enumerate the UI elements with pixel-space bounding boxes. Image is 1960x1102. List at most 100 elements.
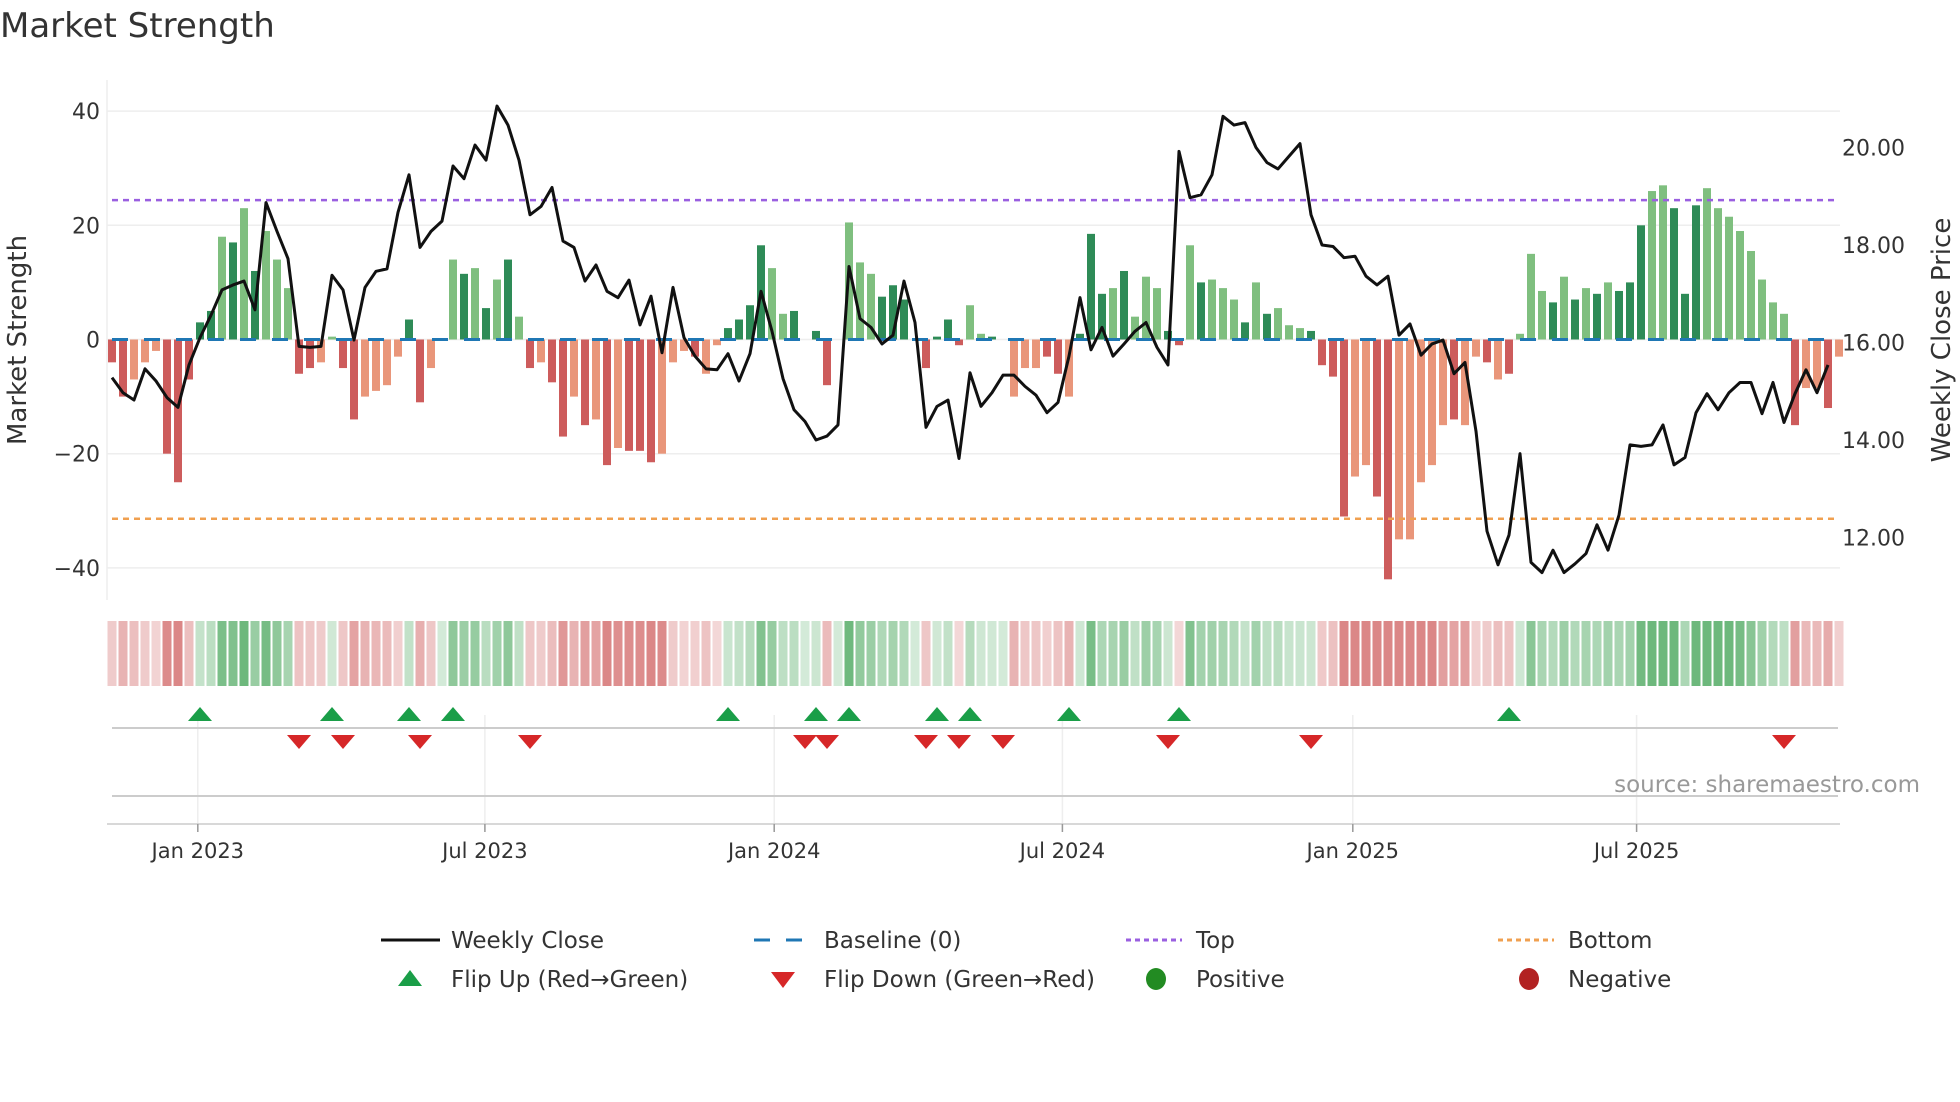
strength-bar xyxy=(1241,322,1249,340)
strength-strip-cell xyxy=(1339,621,1349,686)
strength-strip-cell xyxy=(536,621,546,686)
strength-strip-cell xyxy=(140,621,150,686)
strength-strip-cell xyxy=(1361,621,1371,686)
strength-bar xyxy=(713,339,721,346)
strength-bar xyxy=(1593,293,1601,340)
circle-red-icon xyxy=(1519,968,1539,990)
flip-down-marker xyxy=(518,735,542,749)
flip-up-marker xyxy=(441,707,465,721)
strength-bar xyxy=(1472,339,1480,357)
strength-bar xyxy=(1054,339,1062,374)
strength-bar xyxy=(339,339,347,369)
strength-strip-cell xyxy=(338,621,348,686)
strength-strip-cell xyxy=(1372,621,1382,686)
strength-strip-cell xyxy=(404,621,414,686)
strength-strip-cell xyxy=(1680,621,1690,686)
strength-bar xyxy=(537,339,545,363)
strength-bar xyxy=(1527,253,1535,340)
strength-bar xyxy=(427,339,435,369)
strength-bar xyxy=(1560,276,1568,340)
strength-strip-cell xyxy=(1185,621,1195,686)
strength-strip-cell xyxy=(910,621,920,686)
strength-bar xyxy=(1120,270,1128,340)
legend-label: Negative xyxy=(1568,967,1671,993)
strength-bar xyxy=(1010,339,1018,397)
strength-strip-cell xyxy=(1614,621,1624,686)
y2-axis-label: Weekly Close Price xyxy=(1927,218,1957,463)
strength-strip-cell xyxy=(547,621,557,686)
strength-bar xyxy=(273,259,281,340)
strength-bar xyxy=(1714,208,1722,340)
strength-strip-cell xyxy=(1790,621,1800,686)
strength-strip-cell xyxy=(1559,621,1569,686)
strength-strip-cell xyxy=(294,621,304,686)
strength-strip-cell xyxy=(1768,621,1778,686)
strength-strip-cell xyxy=(712,621,722,686)
legend-label: Baseline (0) xyxy=(824,928,961,954)
strength-bar xyxy=(1263,313,1271,340)
strength-strip-cell xyxy=(107,621,117,686)
strength-bar xyxy=(1725,216,1733,340)
x-tick-label: Jan 2025 xyxy=(1305,839,1400,863)
strength-strip-cell xyxy=(1471,621,1481,686)
strength-bar xyxy=(1703,188,1711,340)
strength-strip-cell xyxy=(1020,621,1030,686)
x-tick-label: Jan 2023 xyxy=(150,839,245,863)
strength-bar xyxy=(669,339,677,363)
strength-strip-cell xyxy=(976,621,986,686)
strength-strip-cell xyxy=(305,621,315,686)
strength-strip-cell xyxy=(1548,621,1558,686)
strength-strip-cell xyxy=(1317,621,1327,686)
strength-strip-cell xyxy=(217,621,227,686)
y-tick-label: 0 xyxy=(86,329,100,354)
flip-down-marker xyxy=(793,735,817,749)
strength-bar xyxy=(1109,288,1117,340)
strength-strip-cell xyxy=(514,621,524,686)
strength-strip-cell xyxy=(954,621,964,686)
strength-bar xyxy=(1395,339,1403,540)
strength-bar xyxy=(1736,231,1744,340)
strength-bar xyxy=(416,339,424,403)
strength-bar xyxy=(1340,339,1348,517)
strength-bar xyxy=(944,319,952,340)
flip-down-marker xyxy=(991,735,1015,749)
strength-bar xyxy=(306,339,314,369)
legend-item-line: Weekly Close xyxy=(381,928,604,954)
market-strength-chart: 40 20 0 −20 −40 20.00 18.00 16.00 14.00 12.00 Mark… xyxy=(3,80,1957,993)
strength-strip-cell xyxy=(580,621,590,686)
strength-strip-cell xyxy=(1812,621,1822,686)
circle-green-icon xyxy=(1146,968,1166,990)
strength-bar xyxy=(570,339,578,397)
legend-item-circle-red: Negative xyxy=(1519,967,1671,993)
strength-bar xyxy=(581,339,589,426)
strength-bar xyxy=(1670,208,1678,340)
strength-strip-cell xyxy=(833,621,843,686)
strength-strip-cell xyxy=(624,621,634,686)
strength-strip-cell xyxy=(1460,621,1470,686)
strength-bar xyxy=(493,279,501,340)
strength-bar xyxy=(1032,339,1040,369)
flip-up-marker xyxy=(1497,707,1521,721)
strength-strip-cell xyxy=(745,621,755,686)
strength-strip-cell xyxy=(1493,621,1503,686)
strength-strip-cell xyxy=(129,621,139,686)
strength-bar xyxy=(900,299,908,340)
flip-up-marker xyxy=(1167,707,1191,721)
legend-item-dot-purple: Top xyxy=(1126,928,1235,954)
strength-strip-cell xyxy=(756,621,766,686)
strength-strip-cell xyxy=(877,621,887,686)
strength-strip-cell xyxy=(1801,621,1811,686)
strength-strip-cell xyxy=(184,621,194,686)
strength-bar xyxy=(1252,282,1260,340)
strength-bar xyxy=(504,259,512,340)
strength-bar xyxy=(1087,233,1095,340)
strength-strip-cell xyxy=(1350,621,1360,686)
strength-bar xyxy=(592,339,600,420)
legend-label: Flip Down (Green→Red) xyxy=(824,967,1095,993)
strength-strip-cell xyxy=(360,621,370,686)
strength-strip-cell xyxy=(1537,621,1547,686)
strength-bar xyxy=(174,339,182,483)
strength-strip-cell xyxy=(965,621,975,686)
strength-strip-cell xyxy=(426,621,436,686)
strength-strip-cell xyxy=(888,621,898,686)
